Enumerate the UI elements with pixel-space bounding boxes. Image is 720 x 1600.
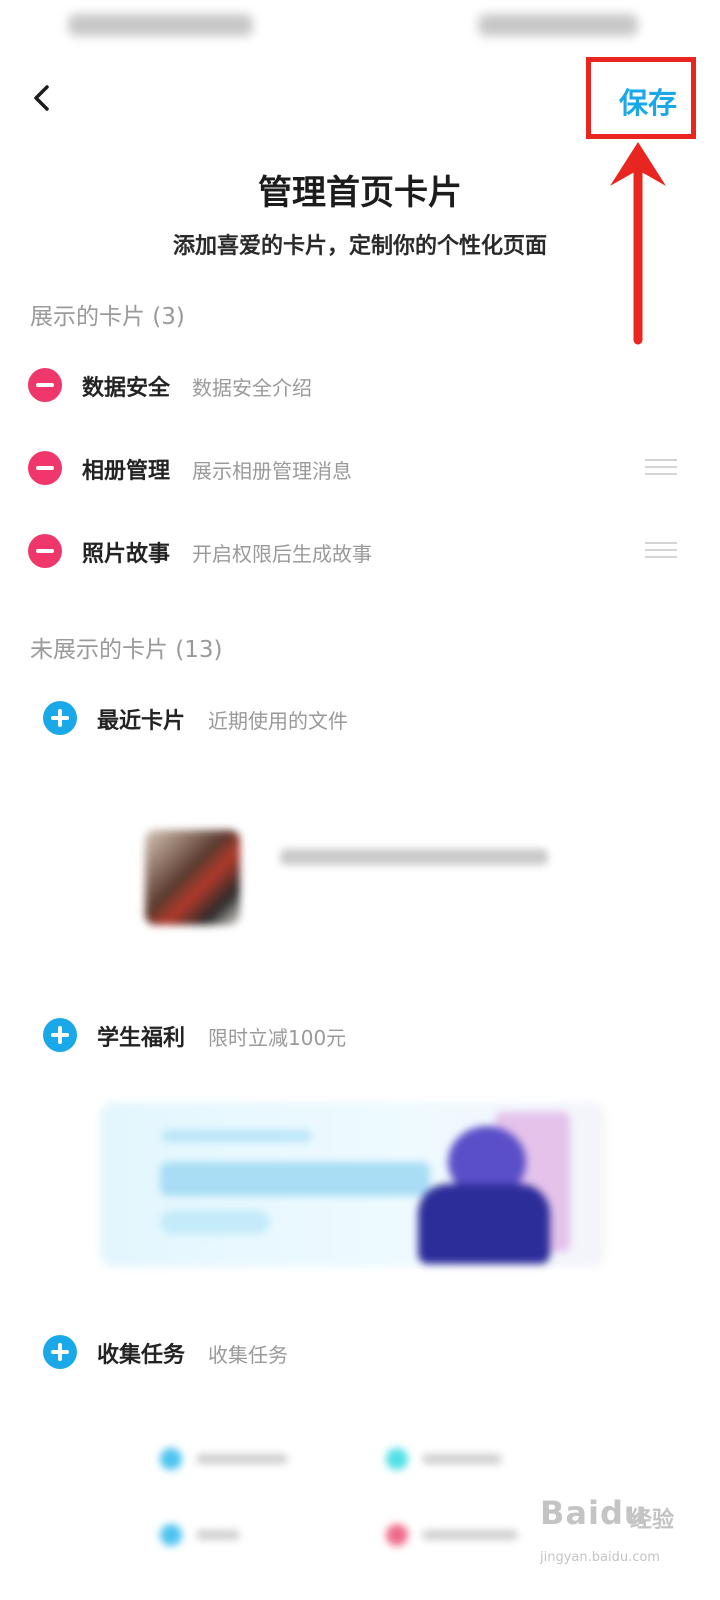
chevron-left-icon (34, 85, 49, 111)
hidden-card-row: 收集任务 收集任务 (0, 1322, 720, 1382)
card-name: 最近卡片 (97, 709, 186, 734)
card-description: 限时立减100元 (208, 1026, 347, 1050)
remove-card-button[interactable] (28, 451, 62, 485)
card-description: 展示相册管理消息 (192, 459, 352, 483)
hidden-cards-header: 未展示的卡片 (13) (30, 637, 223, 663)
remove-card-button[interactable] (28, 368, 62, 402)
shown-cards-header: 展示的卡片 (3) (30, 304, 185, 330)
back-button[interactable] (22, 78, 62, 118)
remove-card-button[interactable] (28, 534, 62, 568)
card-name: 相册管理 (82, 459, 171, 484)
watermark-suffix: 经验 (630, 1508, 675, 1533)
card-name: 数据安全 (82, 376, 171, 401)
hidden-card-row: 学生福利 限时立减100元 (0, 1005, 720, 1065)
card-name: 收集任务 (97, 1343, 186, 1368)
page-subtitle: 添加喜爱的卡片，定制你的个性化页面 (172, 234, 547, 259)
watermark-url: jingyan.baidu.com (540, 1550, 660, 1565)
drag-handle-icon[interactable] (645, 459, 677, 479)
add-card-button[interactable] (43, 1335, 77, 1369)
collect-task-preview (150, 1440, 530, 1565)
add-card-button[interactable] (43, 1018, 77, 1052)
page-title: 管理首页卡片 (258, 173, 462, 213)
status-bar (0, 0, 720, 52)
card-description: 数据安全介绍 (192, 376, 312, 400)
card-description: 收集任务 (208, 1343, 288, 1367)
card-description: 开启权限后生成故事 (192, 542, 372, 566)
hidden-card-row: 最近卡片 近期使用的文件 (0, 688, 720, 748)
baidu-jingyan-watermark: Baidu 经验 jingyan.baidu.com (540, 1488, 710, 1588)
shown-card-row: 相册管理 展示相册管理消息 (0, 438, 720, 498)
recent-card-preview (140, 825, 560, 935)
shown-card-row: 数据安全 数据安全介绍 (0, 355, 720, 415)
save-button[interactable]: 保存 (600, 78, 696, 124)
add-card-button[interactable] (43, 701, 77, 735)
student-promo-preview (100, 1102, 605, 1272)
shown-card-row: 照片故事 开启权限后生成故事 (0, 521, 720, 581)
drag-handle-icon[interactable] (645, 542, 677, 562)
card-description: 近期使用的文件 (208, 709, 348, 733)
card-name: 学生福利 (97, 1026, 186, 1051)
card-name: 照片故事 (82, 542, 171, 567)
